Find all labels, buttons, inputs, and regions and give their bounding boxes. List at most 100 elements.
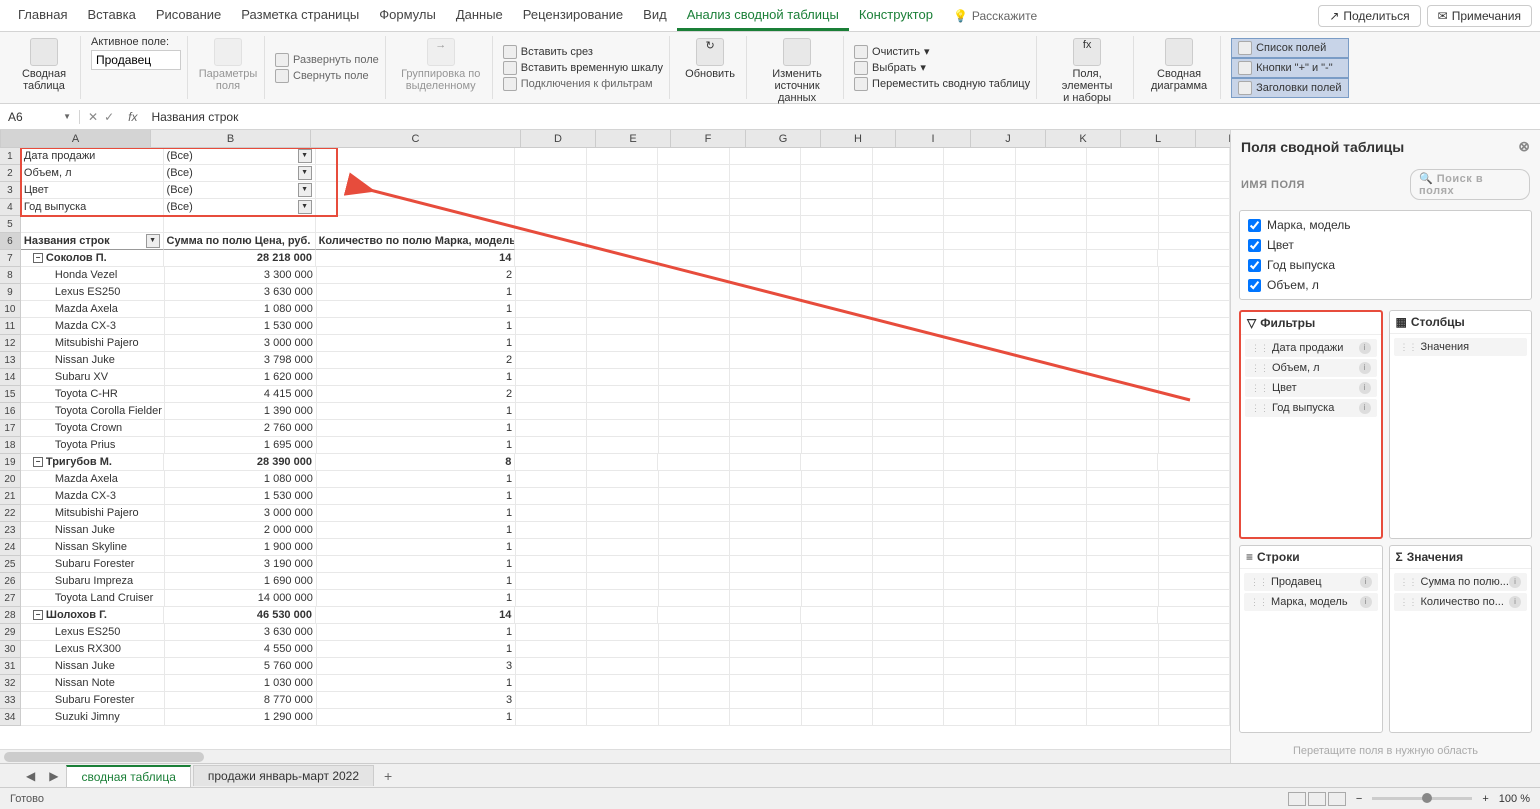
cell[interactable]: 14 — [316, 607, 515, 624]
cell[interactable]: Nissan Juke — [21, 658, 165, 675]
cell[interactable] — [873, 301, 944, 318]
zoom-in-button[interactable]: + — [1482, 793, 1488, 805]
cell[interactable] — [516, 505, 587, 522]
cell[interactable]: 1 290 000 — [165, 709, 317, 726]
cell[interactable] — [659, 658, 730, 675]
cell[interactable] — [587, 539, 658, 556]
cell[interactable] — [730, 216, 801, 233]
cell[interactable] — [1159, 505, 1230, 522]
cell[interactable]: 1 — [317, 369, 516, 386]
cell[interactable]: 1 — [317, 403, 516, 420]
refresh-button[interactable]: ↻ Обновить — [680, 36, 740, 82]
cell[interactable] — [730, 148, 801, 165]
grid-body[interactable]: 1Дата продажи(Все)▼2Объем, л(Все)▼3Цвет(… — [0, 148, 1230, 749]
cell[interactable] — [659, 709, 730, 726]
cell[interactable]: 2 — [317, 352, 516, 369]
cell[interactable] — [873, 386, 944, 403]
cell[interactable] — [587, 505, 658, 522]
cancel-formula-icon[interactable]: ✕ — [88, 110, 98, 124]
cell[interactable] — [802, 284, 873, 301]
cell[interactable] — [944, 675, 1015, 692]
field-list-toggle[interactable]: Список полей — [1231, 38, 1348, 58]
cell[interactable] — [1158, 607, 1229, 624]
cell[interactable] — [944, 233, 1015, 250]
cell[interactable] — [1016, 641, 1087, 658]
cell[interactable] — [873, 165, 944, 182]
rows-area[interactable]: ≡ Строки ⋮⋮Продавецi⋮⋮Марка, модельi — [1239, 545, 1383, 734]
cell[interactable] — [1016, 216, 1087, 233]
cell[interactable] — [1016, 250, 1087, 267]
cell[interactable] — [1159, 624, 1230, 641]
column-header-J[interactable]: J — [971, 130, 1046, 147]
cell[interactable] — [516, 692, 587, 709]
field-search-input[interactable]: 🔍 Поиск в полях — [1410, 169, 1530, 200]
cell[interactable] — [730, 522, 801, 539]
cell[interactable] — [516, 624, 587, 641]
cell[interactable] — [944, 165, 1015, 182]
cell[interactable] — [730, 539, 801, 556]
cell[interactable] — [1087, 573, 1158, 590]
cell[interactable] — [944, 624, 1015, 641]
name-box[interactable]: A6▼ — [0, 110, 80, 124]
cell[interactable] — [730, 250, 801, 267]
cell[interactable] — [516, 386, 587, 403]
cell[interactable]: 1 530 000 — [165, 318, 317, 335]
cell[interactable] — [873, 403, 944, 420]
cell[interactable]: Honda Vezel — [21, 267, 165, 284]
cell[interactable] — [944, 590, 1015, 607]
cell[interactable] — [802, 709, 873, 726]
column-header-I[interactable]: I — [896, 130, 971, 147]
cell[interactable] — [658, 199, 729, 216]
cell[interactable]: 1 — [317, 318, 516, 335]
filters-area[interactable]: ▽ Фильтры ⋮⋮Дата продажиi⋮⋮Объем, лi⋮⋮Цв… — [1239, 310, 1383, 539]
row-header[interactable]: 21 — [0, 488, 21, 505]
cell[interactable] — [1016, 284, 1087, 301]
row-header[interactable]: 28 — [0, 607, 21, 624]
row-header[interactable]: 34 — [0, 709, 21, 726]
cell[interactable] — [515, 607, 586, 624]
cell[interactable] — [1159, 182, 1230, 199]
cell[interactable] — [1016, 709, 1087, 726]
panel-close-icon[interactable]: ⊗ — [1518, 138, 1530, 155]
cell[interactable] — [944, 352, 1015, 369]
cell[interactable] — [659, 590, 730, 607]
row-header[interactable]: 23 — [0, 522, 21, 539]
cell[interactable]: 3 798 000 — [165, 352, 317, 369]
cell[interactable] — [944, 573, 1015, 590]
cell[interactable] — [659, 641, 730, 658]
row-labels-dropdown-icon[interactable]: ▼ — [146, 234, 160, 248]
cell[interactable] — [1159, 437, 1230, 454]
cell[interactable] — [658, 216, 729, 233]
cell[interactable] — [802, 590, 873, 607]
area-item[interactable]: ⋮⋮Цветi — [1245, 379, 1377, 397]
cell[interactable]: 3 000 000 — [165, 335, 317, 352]
cell[interactable] — [587, 692, 658, 709]
row-header[interactable]: 25 — [0, 556, 21, 573]
cell[interactable]: 4 550 000 — [165, 641, 317, 658]
cell[interactable] — [1159, 403, 1230, 420]
cell[interactable] — [1016, 624, 1087, 641]
view-normal-button[interactable] — [1288, 792, 1306, 806]
cell[interactable] — [802, 522, 873, 539]
cell[interactable] — [587, 318, 658, 335]
cell[interactable] — [587, 607, 658, 624]
cell[interactable]: Количество по полю Марка, модель — [316, 233, 516, 250]
cell[interactable]: Subaru Forester — [21, 692, 165, 709]
cell[interactable] — [873, 658, 944, 675]
pivot-chart-button[interactable]: Сводная диаграмма — [1144, 36, 1214, 94]
cell[interactable]: −Тригубов М. — [21, 454, 164, 471]
cell[interactable] — [516, 403, 587, 420]
cell[interactable] — [1016, 556, 1087, 573]
cell[interactable]: 1 — [317, 624, 516, 641]
column-header-K[interactable]: K — [1046, 130, 1121, 147]
row-header[interactable]: 2 — [0, 165, 21, 182]
cell[interactable] — [944, 369, 1015, 386]
cell[interactable]: Сумма по полю Цена, руб. — [164, 233, 316, 250]
cell[interactable] — [1159, 573, 1230, 590]
cell[interactable] — [1159, 369, 1230, 386]
cell[interactable] — [1016, 590, 1087, 607]
cell[interactable] — [515, 250, 586, 267]
row-header[interactable]: 30 — [0, 641, 21, 658]
cell[interactable] — [944, 386, 1015, 403]
cell[interactable] — [587, 556, 658, 573]
